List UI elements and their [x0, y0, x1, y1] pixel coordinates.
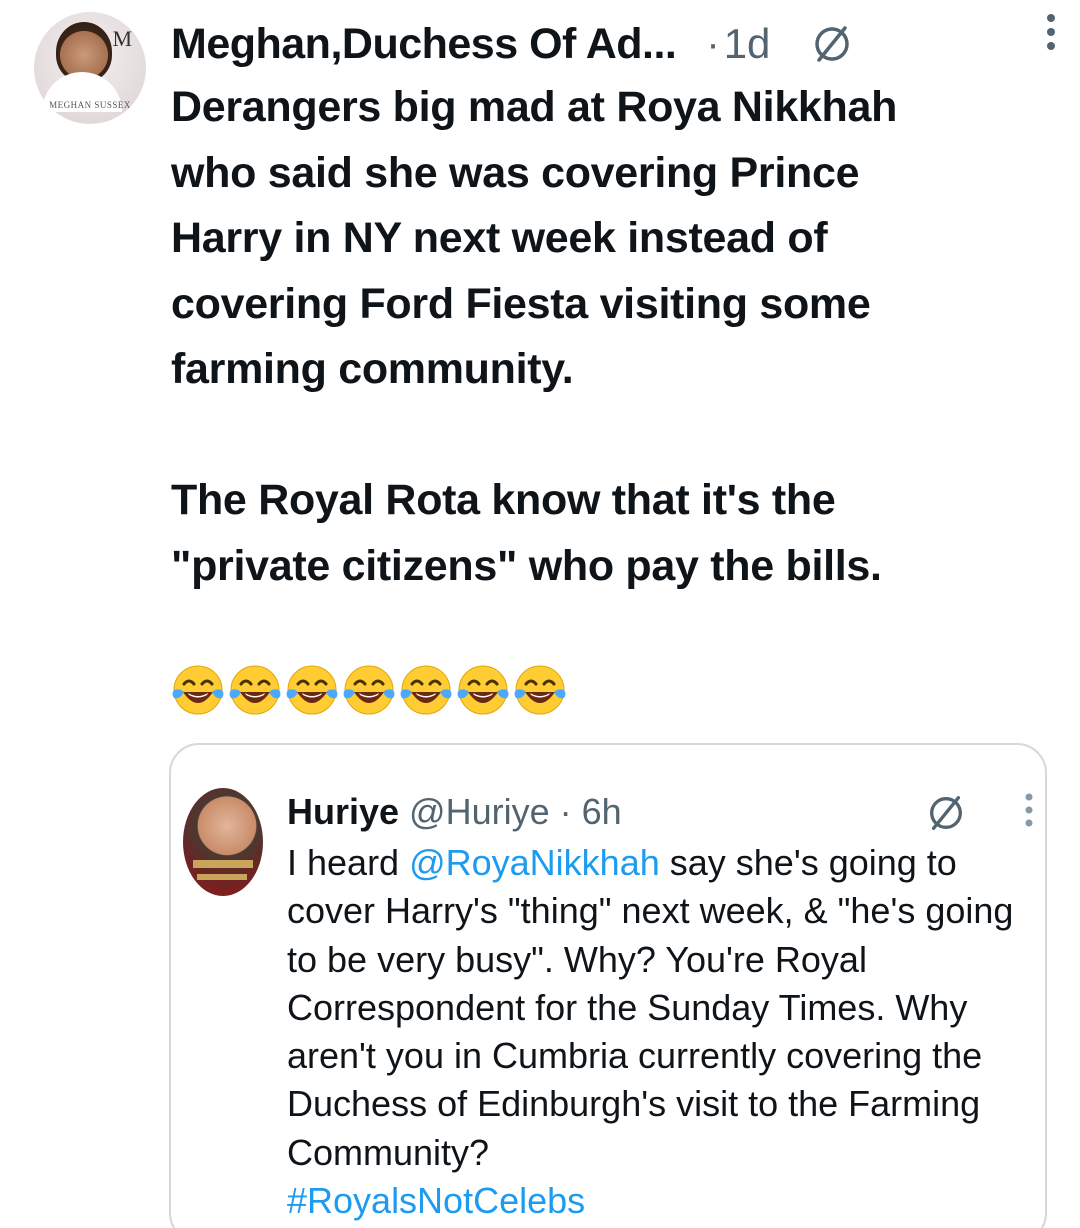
face-with-tears-of-joy-icon	[457, 665, 509, 715]
slashed-circle-icon[interactable]	[810, 22, 854, 66]
face-with-tears-of-joy-icon	[172, 665, 224, 715]
quoted-text-rest: say she's going to cover Harry's "thing"…	[287, 842, 1014, 1173]
quoted-text-start: I heard	[287, 842, 410, 883]
quoted-header: Huriye @Huriye · 6h	[287, 787, 985, 837]
post-text: Derangers big mad at Roya Nikkhah who sa…	[171, 83, 898, 590]
quoted-time[interactable]: 6h	[582, 791, 622, 833]
quoted-post[interactable]: Huriye @Huriye · 6h I heard @RoyaNikkhah…	[169, 743, 1047, 1228]
mention-link[interactable]: @RoyaNikkhah	[409, 842, 660, 883]
avatar-monogram: M	[112, 26, 132, 51]
avatar-detail	[197, 874, 247, 880]
avatar-caption: MEGHAN SUSSEX	[49, 100, 131, 110]
post: M MEGHAN SUSSEX Meghan,Duchess Of Ad... …	[0, 0, 1080, 1228]
face-with-tears-of-joy-icon	[514, 665, 566, 715]
vertical-dots-icon[interactable]	[1023, 791, 1035, 829]
slashed-circle-icon[interactable]	[925, 792, 967, 834]
quoted-text: I heard @RoyaNikkhah say she's going to …	[287, 839, 1037, 1225]
author-avatar[interactable]: M MEGHAN SUSSEX	[34, 12, 146, 124]
quoted-author-name[interactable]: Huriye	[287, 791, 399, 833]
hashtag-link[interactable]: #RoyalsNotCelebs	[287, 1180, 585, 1221]
face-with-tears-of-joy-icon	[286, 665, 338, 715]
face-with-tears-of-joy-icon	[229, 665, 281, 715]
face-with-tears-of-joy-icon	[400, 665, 452, 715]
post-header: Meghan,Duchess Of Ad... · 1d	[171, 14, 1050, 74]
emoji-row	[170, 662, 569, 722]
face-with-tears-of-joy-icon	[343, 665, 395, 715]
vertical-dots-icon[interactable]	[1044, 10, 1058, 54]
quoted-separator: ·	[559, 791, 572, 832]
quoted-author-avatar[interactable]	[183, 788, 263, 896]
post-time[interactable]: 1d	[724, 20, 771, 68]
header-separator: ·	[706, 21, 720, 66]
quoted-author-handle[interactable]: @Huriye	[409, 791, 550, 833]
avatar-detail	[193, 860, 253, 868]
author-name[interactable]: Meghan,Duchess Of Ad...	[171, 20, 677, 69]
